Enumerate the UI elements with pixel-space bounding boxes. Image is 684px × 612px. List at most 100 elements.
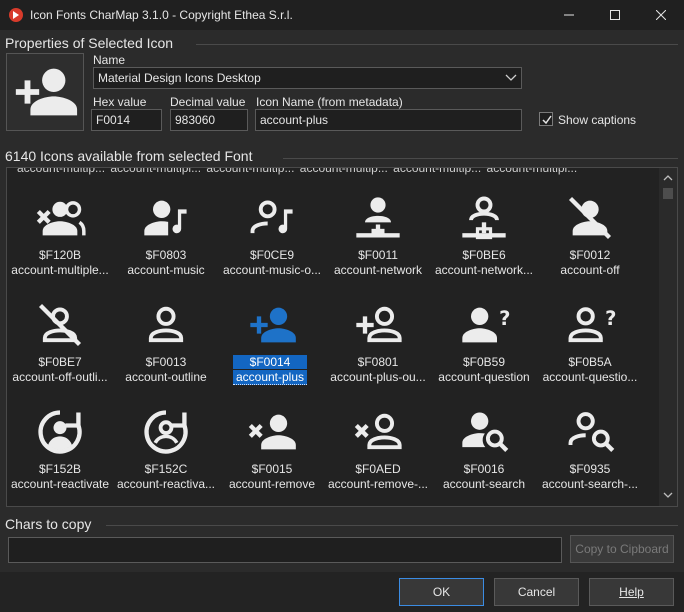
icon-code: $F0B59: [462, 355, 506, 369]
account-remove-icon: [248, 414, 296, 450]
chars-section-title: Chars to copy: [5, 516, 92, 532]
maximize-button[interactable]: [592, 0, 638, 30]
icon-code: $F152C: [144, 462, 188, 476]
icon-cell[interactable]: ? $F0B59 account-question: [431, 291, 537, 391]
font-name-select[interactable]: Material Design Icons Desktop: [93, 67, 522, 89]
icon-cell[interactable]: $F0AED account-remove-...: [325, 398, 431, 498]
icon-code: $F0CE9: [249, 248, 295, 262]
icon-cell[interactable]: ? $F0B5A account-questio...: [537, 291, 643, 391]
window-title: Icon Fonts CharMap 3.1.0 - Copyright Eth…: [30, 8, 293, 22]
icon-name: account-music: [127, 263, 205, 277]
chars-to-copy-input[interactable]: [8, 537, 562, 563]
icon-code: $F152B: [38, 462, 82, 476]
app-logo-icon: [9, 8, 23, 22]
svg-text:?: ?: [605, 307, 616, 330]
hex-label: Hex value: [93, 95, 147, 109]
cancel-button[interactable]: Cancel: [494, 578, 579, 606]
properties-divider: [196, 44, 678, 45]
show-captions-label[interactable]: Show captions: [558, 113, 636, 127]
icon-name: account-outline: [125, 370, 207, 384]
selected-icon-preview: [6, 53, 84, 131]
icon-name: account-network: [333, 263, 423, 277]
icon-cell[interactable]: $F0935 account-search-...: [537, 398, 643, 498]
account-outline-icon: [148, 306, 184, 343]
icon-cell[interactable]: $F0012 account-off: [537, 184, 643, 284]
decimal-label: Decimal value: [170, 95, 246, 109]
icon-name-label: Icon Name (from metadata): [256, 95, 403, 109]
icon-name-text: account-plus: [260, 113, 329, 127]
maximize-icon: [610, 10, 620, 20]
decimal-value-text: 983060: [175, 113, 216, 127]
icon-code: $F0803: [145, 248, 187, 262]
account-network-outline-icon: [462, 196, 506, 240]
account-plus-icon: [250, 307, 296, 343]
icon-cell[interactable]: $F0803 account-music: [113, 184, 219, 284]
icons-count-title: 6140 Icons available from selected Font: [5, 148, 253, 164]
title-bar: Icon Fonts CharMap 3.1.0 - Copyright Eth…: [0, 0, 684, 30]
checkmark-icon: [542, 115, 552, 125]
account-search-icon: [462, 412, 509, 452]
minimize-button[interactable]: [546, 0, 592, 30]
icon-name: account-question: [438, 370, 530, 384]
scroll-down-icon[interactable]: [662, 489, 674, 501]
icon-name: account-plus-ou...: [330, 370, 426, 384]
icon-cell[interactable]: $F0015 account-remove: [219, 398, 325, 498]
account-search-outline-icon: [568, 412, 615, 452]
icon-code: $F0BE6: [462, 248, 506, 262]
icon-cell[interactable]: $F0016 account-search: [431, 398, 537, 498]
icon-name: account-multiple...: [11, 263, 109, 277]
help-button[interactable]: Help: [589, 578, 674, 606]
icon-name: account-search: [442, 477, 526, 491]
dialog-footer: OK Cancel Help: [0, 572, 684, 612]
show-captions-checkbox[interactable]: [539, 112, 553, 126]
scroll-up-icon[interactable]: [662, 172, 674, 184]
svg-text:?: ?: [499, 307, 510, 330]
icon-cell[interactable]: $F120B account-multiple...: [7, 184, 113, 284]
icon-name-field[interactable]: account-plus: [255, 109, 522, 131]
partial-row-captions: account-multip... account-multipl... acc…: [17, 167, 578, 175]
hex-value-field[interactable]: F0014: [91, 109, 162, 131]
icon-cell[interactable]: $F0013 account-outline: [113, 291, 219, 391]
icon-code: $F0935: [569, 462, 611, 476]
hex-value-text: F0014: [96, 113, 131, 127]
icon-name: account-questio...: [542, 370, 638, 384]
icon-name: account-plus: [233, 370, 307, 385]
grid-scrollbar[interactable]: [659, 168, 677, 506]
font-name-value: Material Design Icons Desktop: [98, 71, 261, 85]
icons-divider: [283, 158, 678, 159]
decimal-value-field[interactable]: 983060: [170, 109, 248, 131]
icon-cell[interactable]: $F0BE7 account-off-outli...: [7, 291, 113, 391]
account-plus-icon: [15, 68, 78, 116]
copy-to-clipboard-button[interactable]: Copy to Cipboard: [570, 535, 674, 563]
icon-code: $F0B5A: [568, 355, 612, 369]
icon-cell[interactable]: $F0BE6 account-network...: [431, 184, 537, 284]
icon-code: $F0011: [358, 248, 398, 262]
scrollbar-thumb[interactable]: [663, 188, 673, 199]
account-off-outline-icon: [38, 303, 82, 347]
close-icon: [656, 10, 666, 20]
account-off-icon: [568, 196, 612, 240]
icon-code: $F0015: [251, 462, 293, 476]
minimize-icon: [564, 14, 574, 16]
account-network-icon: [356, 197, 400, 238]
chevron-down-icon: [505, 74, 517, 81]
icon-name: account-network...: [434, 263, 534, 277]
icon-code: $F0BE7: [38, 355, 82, 369]
account-plus-outline-icon: [356, 306, 402, 343]
icon-code: $F0801: [357, 355, 399, 369]
name-label: Name: [93, 53, 126, 67]
icon-cell[interactable]: $F0CE9 account-music-o...: [219, 184, 325, 284]
icon-name: account-remove-...: [327, 477, 429, 491]
icon-code: $F0AED: [355, 462, 401, 476]
icon-cell[interactable]: $F0801 account-plus-ou...: [325, 291, 431, 391]
icon-cell[interactable]: $F0011 account-network: [325, 184, 431, 284]
icon-cell[interactable]: $F152B account-reactivate: [7, 398, 113, 498]
icon-grid[interactable]: account-multip... account-multipl... acc…: [6, 167, 678, 507]
chars-divider: [106, 525, 678, 526]
account-music-icon: [144, 200, 187, 236]
icon-cell[interactable]: $F152C account-reactiva...: [113, 398, 219, 498]
account-question-icon: ?: [462, 307, 510, 343]
icon-cell[interactable]: $F0014 account-plus: [219, 291, 325, 391]
ok-button[interactable]: OK: [399, 578, 484, 606]
close-button[interactable]: [638, 0, 684, 30]
